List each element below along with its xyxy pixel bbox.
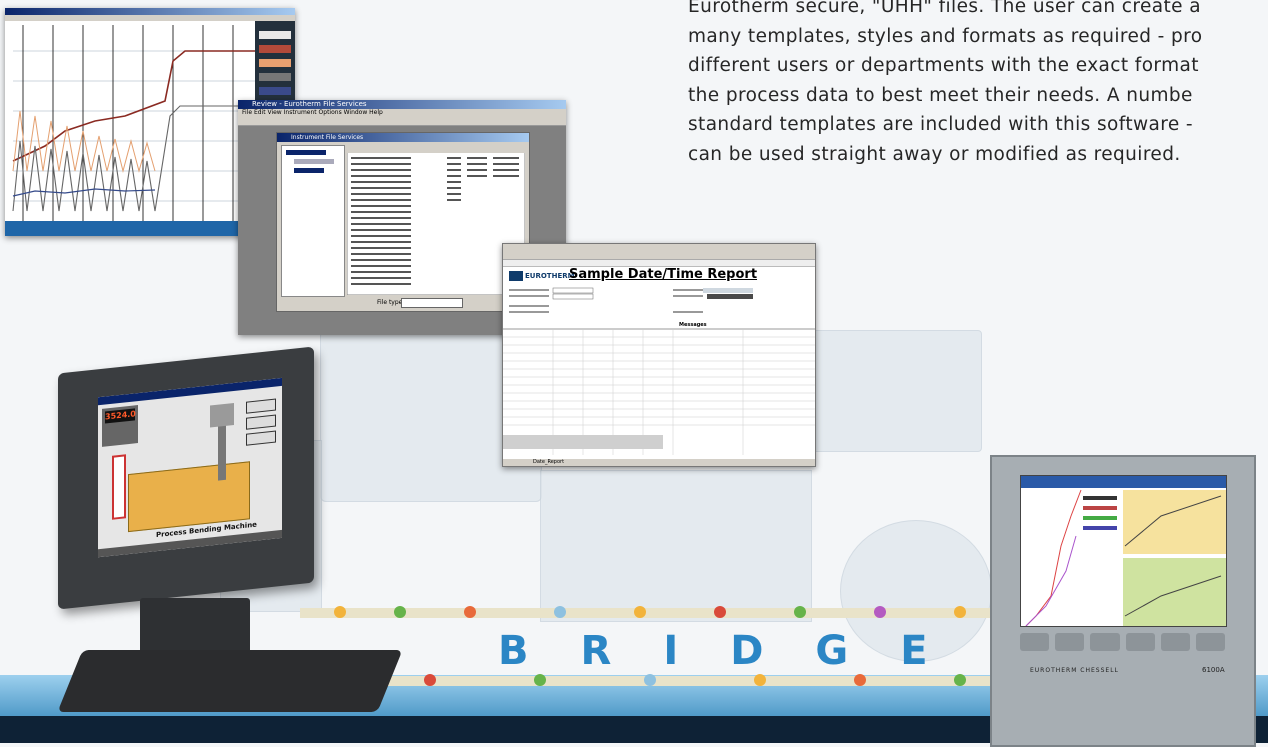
file-services-menu-bar[interactable]: File Edit View Instrument Options Window… [238, 109, 566, 117]
recorder-trend-graphic [1021, 476, 1226, 627]
mixer-motor [210, 402, 234, 428]
file-list[interactable] [347, 145, 525, 295]
tree-node[interactable] [286, 150, 326, 155]
folder-tree[interactable] [281, 145, 345, 297]
keyboard [57, 650, 403, 712]
description-line: the process data to best meet their need… [688, 84, 1193, 106]
file-services-title-bar: Review - Eurotherm File Services [238, 100, 566, 109]
function-key[interactable] [1195, 633, 1226, 651]
touch-panel-screen[interactable]: 3524.0 Process Bending Machine [98, 377, 282, 558]
report-table [503, 287, 815, 455]
bridge-letter: G [815, 628, 849, 674]
description-line: many templates, styles and formats as re… [688, 25, 1203, 47]
dialog-title-bar: Instrument File Services [277, 133, 529, 142]
tree-node[interactable] [294, 159, 334, 164]
instrument-file-services-dialog: Instrument File Services File type: [276, 132, 530, 312]
report-header: EUROTHERM Sample Date/Time Report [503, 267, 815, 285]
panel-button[interactable] [246, 430, 276, 446]
recorder-model: 6100A [1202, 666, 1225, 674]
sheet-tab-bar[interactable]: Date_Report [503, 459, 815, 466]
controller-faceplate: 3524.0 [102, 405, 138, 447]
title-bar [5, 8, 295, 15]
mixer-shaft [218, 419, 226, 481]
menu-key[interactable] [1160, 633, 1190, 651]
report-title: Sample Date/Time Report [569, 267, 758, 282]
bridge-wordmark: B R I D G E [498, 628, 928, 674]
panel-button[interactable] [246, 414, 276, 430]
left-arrow-key[interactable] [1090, 633, 1120, 651]
recorder-screen [1020, 475, 1227, 627]
messages-header: Messages [679, 322, 707, 328]
tank-graphic [128, 461, 250, 533]
monitor-stand [140, 598, 250, 658]
bridge-letter: R [580, 628, 612, 674]
right-arrow-key[interactable] [1125, 633, 1155, 651]
eurotherm-logo-icon [509, 271, 523, 281]
eurotherm-logo-text: EUROTHERM [525, 272, 575, 280]
bridge-letter: I [663, 628, 679, 674]
spreadsheet-toolbar[interactable] [503, 250, 815, 260]
description-line: standard templates are included with thi… [688, 114, 1193, 135]
recorder-brand: EUROTHERM CHESSELL [1030, 667, 1119, 674]
bridge-letter: D [730, 628, 764, 674]
tube-graphic [112, 454, 126, 520]
panel-button[interactable] [246, 398, 276, 414]
description-line: different users or departments with the … [688, 55, 1199, 76]
controller-readout: 3524.0 [105, 408, 136, 424]
spreadsheet-report-window: EUROTHERM Sample Date/Time Report Messag… [502, 243, 816, 467]
formula-bar[interactable] [503, 260, 815, 267]
description-paragraph: Eurotherm secure, "UHH" files. The user … [688, 0, 1268, 169]
bridge-letter: E [900, 628, 928, 674]
up-arrow-key[interactable] [1020, 633, 1050, 651]
bridge-letter: B [498, 628, 529, 674]
file-type-select[interactable] [401, 298, 463, 308]
toolbar [238, 117, 566, 126]
recorder-keypad [1020, 633, 1226, 651]
description-line: can be used straight away or modified as… [688, 143, 1181, 165]
down-arrow-key[interactable] [1055, 633, 1085, 651]
graphic-recorder: EUROTHERM CHESSELL 6100A [990, 455, 1256, 747]
sheet-tab[interactable]: Date_Report [533, 459, 564, 465]
tree-node[interactable] [294, 168, 324, 173]
description-line: Eurotherm secure, "UHH" files. The user … [688, 0, 1201, 17]
monitor-bezel: 3524.0 Process Bending Machine [58, 346, 314, 610]
